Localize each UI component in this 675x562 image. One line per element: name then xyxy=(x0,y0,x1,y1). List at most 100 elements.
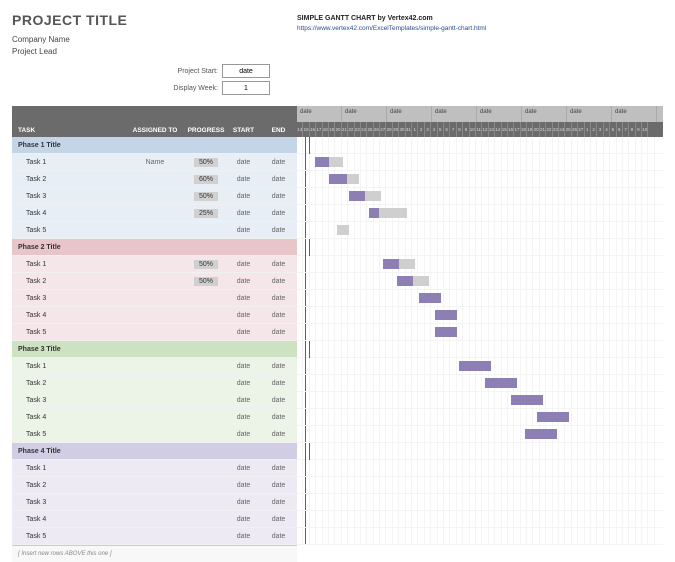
task-name: Task 5 xyxy=(12,533,124,540)
phase-title: Phase 3 Title xyxy=(12,346,124,353)
timeline-row xyxy=(297,375,663,392)
gantt-bar[interactable] xyxy=(349,191,381,201)
credit-link[interactable]: https://www.vertex42.com/ExcelTemplates/… xyxy=(297,24,663,33)
timeline-row xyxy=(297,477,663,494)
gantt-bar[interactable] xyxy=(383,259,415,269)
task-row[interactable]: Task 3datedate xyxy=(12,392,297,409)
phase-title: Phase 4 Title xyxy=(12,448,124,455)
gantt-bar[interactable] xyxy=(511,395,543,405)
task-row[interactable]: Task 150%datedate xyxy=(12,256,297,273)
timeline-week-label: date xyxy=(297,106,342,122)
task-name: Task 3 xyxy=(12,295,124,302)
timeline-week-label: date xyxy=(387,106,432,122)
timeline-row xyxy=(297,358,663,375)
task-row[interactable]: Task 4datedate xyxy=(12,409,297,426)
task-name: Task 4 xyxy=(12,516,124,523)
task-row[interactable]: Task 1 datedate xyxy=(12,460,297,477)
insert-row-hint: [ Insert new rows ABOVE this one ] xyxy=(12,545,297,562)
task-start: date xyxy=(226,465,261,472)
task-start: date xyxy=(226,295,261,302)
gantt-bar[interactable] xyxy=(537,412,569,422)
task-end: date xyxy=(261,295,296,302)
timeline-week-label: date xyxy=(522,106,567,122)
task-progress: 50% xyxy=(186,158,226,167)
gantt-bar[interactable] xyxy=(485,378,517,388)
phase-header: Phase 1 Title xyxy=(12,137,297,154)
task-row[interactable]: Task 2datedate xyxy=(12,375,297,392)
gantt-bar[interactable] xyxy=(525,429,557,439)
task-start: date xyxy=(226,499,261,506)
task-row[interactable]: Task 5datedate xyxy=(12,426,297,443)
phase-header: Phase 2 Title xyxy=(12,239,297,256)
task-row[interactable]: Task 4datedate xyxy=(12,307,297,324)
display-week-label: Display Week: xyxy=(162,85,222,92)
task-name: Task 2 xyxy=(12,380,124,387)
task-row[interactable]: Task 5datedate xyxy=(12,222,297,239)
task-end: date xyxy=(261,516,296,523)
task-name: Task 1 xyxy=(12,363,124,370)
task-start: date xyxy=(226,329,261,336)
gantt-bar[interactable] xyxy=(419,293,441,303)
task-name: Task 5 xyxy=(12,227,124,234)
timeline-row xyxy=(297,222,663,239)
timeline-row xyxy=(297,494,663,511)
task-start: date xyxy=(226,278,261,285)
task-row[interactable]: Task 425%datedate xyxy=(12,205,297,222)
task-row[interactable]: Task 250%datedate xyxy=(12,273,297,290)
task-start: date xyxy=(226,533,261,540)
task-row[interactable]: Task 2datedate xyxy=(12,477,297,494)
project-start-input[interactable] xyxy=(222,64,270,78)
task-end: date xyxy=(261,465,296,472)
column-headers: TASK ASSIGNED TO PROGRESS START END xyxy=(12,106,297,137)
task-end: date xyxy=(261,193,296,200)
task-progress: 60% xyxy=(186,175,226,184)
timeline-row xyxy=(297,426,663,443)
task-row[interactable]: Task 3datedate xyxy=(12,494,297,511)
task-row[interactable]: Task 3 datedate xyxy=(12,290,297,307)
timeline-header: datedatedatedatedatedatedatedate 1415161… xyxy=(297,106,663,137)
task-end: date xyxy=(261,176,296,183)
task-end: date xyxy=(261,312,296,319)
task-name: Task 1 xyxy=(12,465,124,472)
task-row[interactable]: Task 1Name50%datedate xyxy=(12,154,297,171)
timeline-row xyxy=(297,171,663,188)
task-start: date xyxy=(226,397,261,404)
task-start: date xyxy=(226,516,261,523)
project-lead: Project Lead xyxy=(12,46,297,58)
timeline-row xyxy=(297,137,663,154)
task-name: Task 3 xyxy=(12,499,124,506)
task-name: Task 4 xyxy=(12,414,124,421)
task-progress: 50% xyxy=(186,192,226,201)
task-name: Task 2 xyxy=(12,278,124,285)
credit-title: SIMPLE GANTT CHART by Vertex42.com xyxy=(297,14,663,24)
gantt-bar[interactable] xyxy=(435,327,457,337)
timeline-row xyxy=(297,341,663,358)
task-progress: 25% xyxy=(186,209,226,218)
task-end: date xyxy=(261,414,296,421)
gantt-bar[interactable] xyxy=(397,276,429,286)
gantt-bar[interactable] xyxy=(369,208,407,218)
display-week-input[interactable] xyxy=(222,81,270,95)
task-end: date xyxy=(261,227,296,234)
task-start: date xyxy=(226,431,261,438)
gantt-bar[interactable] xyxy=(315,157,343,167)
task-name: Task 1 xyxy=(12,159,124,166)
gantt-bar[interactable] xyxy=(329,174,359,184)
timeline-day: 10 xyxy=(642,122,648,137)
task-row[interactable]: Task 350%datedate xyxy=(12,188,297,205)
task-assigned: Name xyxy=(124,159,186,166)
col-start: START xyxy=(226,127,261,134)
gantt-bar[interactable] xyxy=(337,225,349,235)
timeline-row xyxy=(297,205,663,222)
task-row[interactable]: Task 260%datedate xyxy=(12,171,297,188)
task-progress: 50% xyxy=(186,277,226,286)
task-row[interactable]: Task 5datedate xyxy=(12,528,297,545)
timeline-week-label: date xyxy=(432,106,477,122)
task-row[interactable]: Task 5datedate xyxy=(12,324,297,341)
gantt-bar[interactable] xyxy=(459,361,491,371)
task-name: Task 2 xyxy=(12,176,124,183)
gantt-bar[interactable] xyxy=(435,310,457,320)
task-start: date xyxy=(226,312,261,319)
task-start: date xyxy=(226,380,261,387)
task-row[interactable]: Task 1datedate xyxy=(12,358,297,375)
